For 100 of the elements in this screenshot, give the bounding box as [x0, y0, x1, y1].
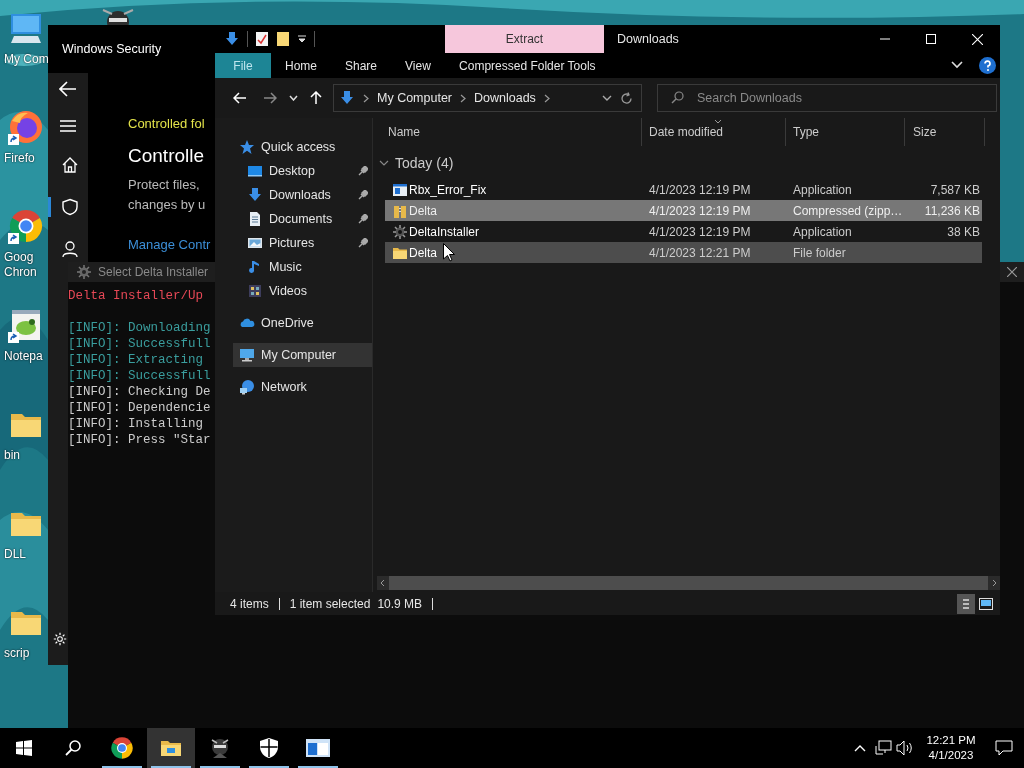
file-row[interactable]: DeltaInstaller 4/1/2023 12:19 PM Application 38 KB [385, 221, 982, 242]
window-icon [305, 737, 331, 759]
nav-item[interactable]: Quick access [233, 135, 372, 159]
shield-icon [258, 737, 280, 759]
volume-icon[interactable] [896, 740, 914, 756]
breadcrumb[interactable]: Downloads [474, 91, 536, 105]
browser-icon[interactable] [8, 208, 44, 244]
column-header[interactable]: Date modified [642, 118, 786, 146]
list-icon [961, 597, 971, 610]
star-icon [239, 139, 255, 155]
nav-item[interactable]: Videos [233, 279, 372, 303]
status-text: 1 item selected [289, 596, 371, 611]
file-row[interactable]: Delta 4/1/2023 12:19 PM Compressed (zipp… 11,236 KB [385, 200, 982, 221]
details-view-button[interactable] [957, 593, 975, 614]
column-header[interactable]: Size [905, 118, 985, 146]
network-icon [239, 379, 255, 395]
download-icon[interactable] [224, 31, 240, 47]
file-name: Delta [409, 203, 437, 218]
forward-arrow-icon [263, 92, 277, 104]
windows-logo-icon [16, 740, 32, 756]
caret-up-icon [854, 744, 866, 752]
file-name: Rbx_Error_Fix [409, 182, 487, 197]
icon-label: My Com [4, 52, 49, 67]
nav-item[interactable]: Documents [233, 207, 372, 231]
page-heading: Controlle [128, 145, 205, 167]
console-line: [INFO]: Dependencie [68, 400, 211, 416]
home-icon [60, 156, 79, 174]
pin-icon[interactable] [358, 190, 368, 200]
nav-item[interactable]: OneDrive [233, 311, 372, 335]
ribbon-tab[interactable]: Share [331, 53, 392, 78]
context-tab-label: Extract [445, 25, 604, 53]
menu-icon[interactable] [59, 119, 77, 133]
download-icon [339, 90, 355, 106]
close-icon [971, 33, 983, 45]
type-cell-text: Application [792, 182, 853, 197]
ribbon-tab[interactable]: View [391, 53, 445, 78]
settings-icon [52, 632, 67, 646]
file-row[interactable]: Rbx_Error_Fix 4/1/2023 12:19 PM Application 7,587 KB [385, 179, 982, 200]
icon-label: Firefo [4, 151, 35, 166]
pin-icon[interactable] [358, 166, 368, 176]
properties-icon[interactable] [255, 31, 269, 47]
refresh-icon[interactable] [620, 91, 633, 105]
browser-icon [110, 736, 134, 760]
folder-icon[interactable] [276, 31, 290, 47]
size-cell-text: 11,236 KB [923, 203, 981, 218]
console-line: [INFO]: Extracting [68, 352, 204, 368]
nav-item[interactable]: Music [233, 255, 372, 279]
help-icon[interactable] [979, 57, 996, 74]
download-icon [247, 187, 263, 203]
caret-icon [288, 95, 298, 101]
file-name: Delta [409, 245, 437, 260]
status-text: 4 items [230, 596, 269, 611]
type-cell-text: Compressed (zipp… [792, 203, 904, 218]
date-cell-text: 4/1/2023 12:19 PM [648, 203, 752, 218]
ribbon-tab[interactable]: Compressed Folder Tools [447, 53, 607, 78]
column-header[interactable]: Type [786, 118, 905, 146]
gear-icon [392, 223, 408, 240]
section-label: Controlled fol [128, 116, 205, 131]
group-heading[interactable]: Today (4) [395, 155, 454, 171]
clock-time[interactable]: 12:21 PM [926, 733, 976, 748]
tiles-icon [979, 597, 993, 610]
description-text: Protect files, changes by u [128, 176, 206, 214]
chevron-down-icon[interactable] [951, 61, 963, 69]
back-arrow-icon [233, 92, 247, 104]
nav-item[interactable]: Pictures [233, 231, 372, 255]
browser-icon[interactable] [8, 109, 44, 145]
search-field[interactable]: Search Downloads [657, 84, 997, 112]
chevron-right-icon[interactable] [460, 93, 467, 103]
chevron-right-icon[interactable] [363, 93, 369, 103]
chevron-right-icon[interactable] [543, 93, 550, 103]
pin-icon[interactable] [358, 238, 368, 248]
back-arrow-icon[interactable] [59, 81, 77, 97]
film-icon [247, 283, 263, 299]
console-line: Delta Installer/Up [68, 288, 204, 304]
console-line: [INFO]: Checking De [68, 384, 211, 400]
file-row[interactable]: Delta 4/1/2023 12:21 PM File folder [385, 242, 982, 263]
clock-date[interactable]: 4/1/2023 [928, 748, 974, 763]
ribbon-tab[interactable]: Home [271, 53, 331, 78]
address-bar[interactable]: My Computer Downloads [333, 84, 642, 112]
breadcrumb[interactable]: My Computer [377, 91, 453, 105]
speech-bubble-icon [995, 740, 1013, 756]
close-icon [1007, 267, 1017, 277]
console-line: [INFO]: Installing [68, 416, 204, 432]
pin-icon[interactable] [358, 214, 368, 224]
column-header[interactable]: Name [385, 118, 642, 146]
chevron-icon[interactable] [379, 158, 389, 168]
nav-item[interactable]: Desktop [233, 159, 372, 183]
window-title: Windows Security [61, 41, 162, 58]
link[interactable]: Manage Contr [128, 237, 211, 252]
file-explorer-taskbar-button[interactable] [147, 728, 195, 768]
icon-label: Notepa [4, 349, 43, 364]
icon-label: bin [4, 448, 20, 463]
nav-item[interactable]: My Computer [233, 343, 372, 367]
monitor-icon [239, 347, 255, 363]
dropdown-icon[interactable] [602, 95, 612, 101]
icon-label: DLL [4, 547, 26, 562]
nav-item[interactable]: Downloads [233, 183, 372, 207]
date-cell-text: 4/1/2023 12:19 PM [648, 182, 752, 197]
nav-item[interactable]: Network [233, 375, 372, 399]
size-cell-text: 7,587 KB [929, 182, 981, 197]
